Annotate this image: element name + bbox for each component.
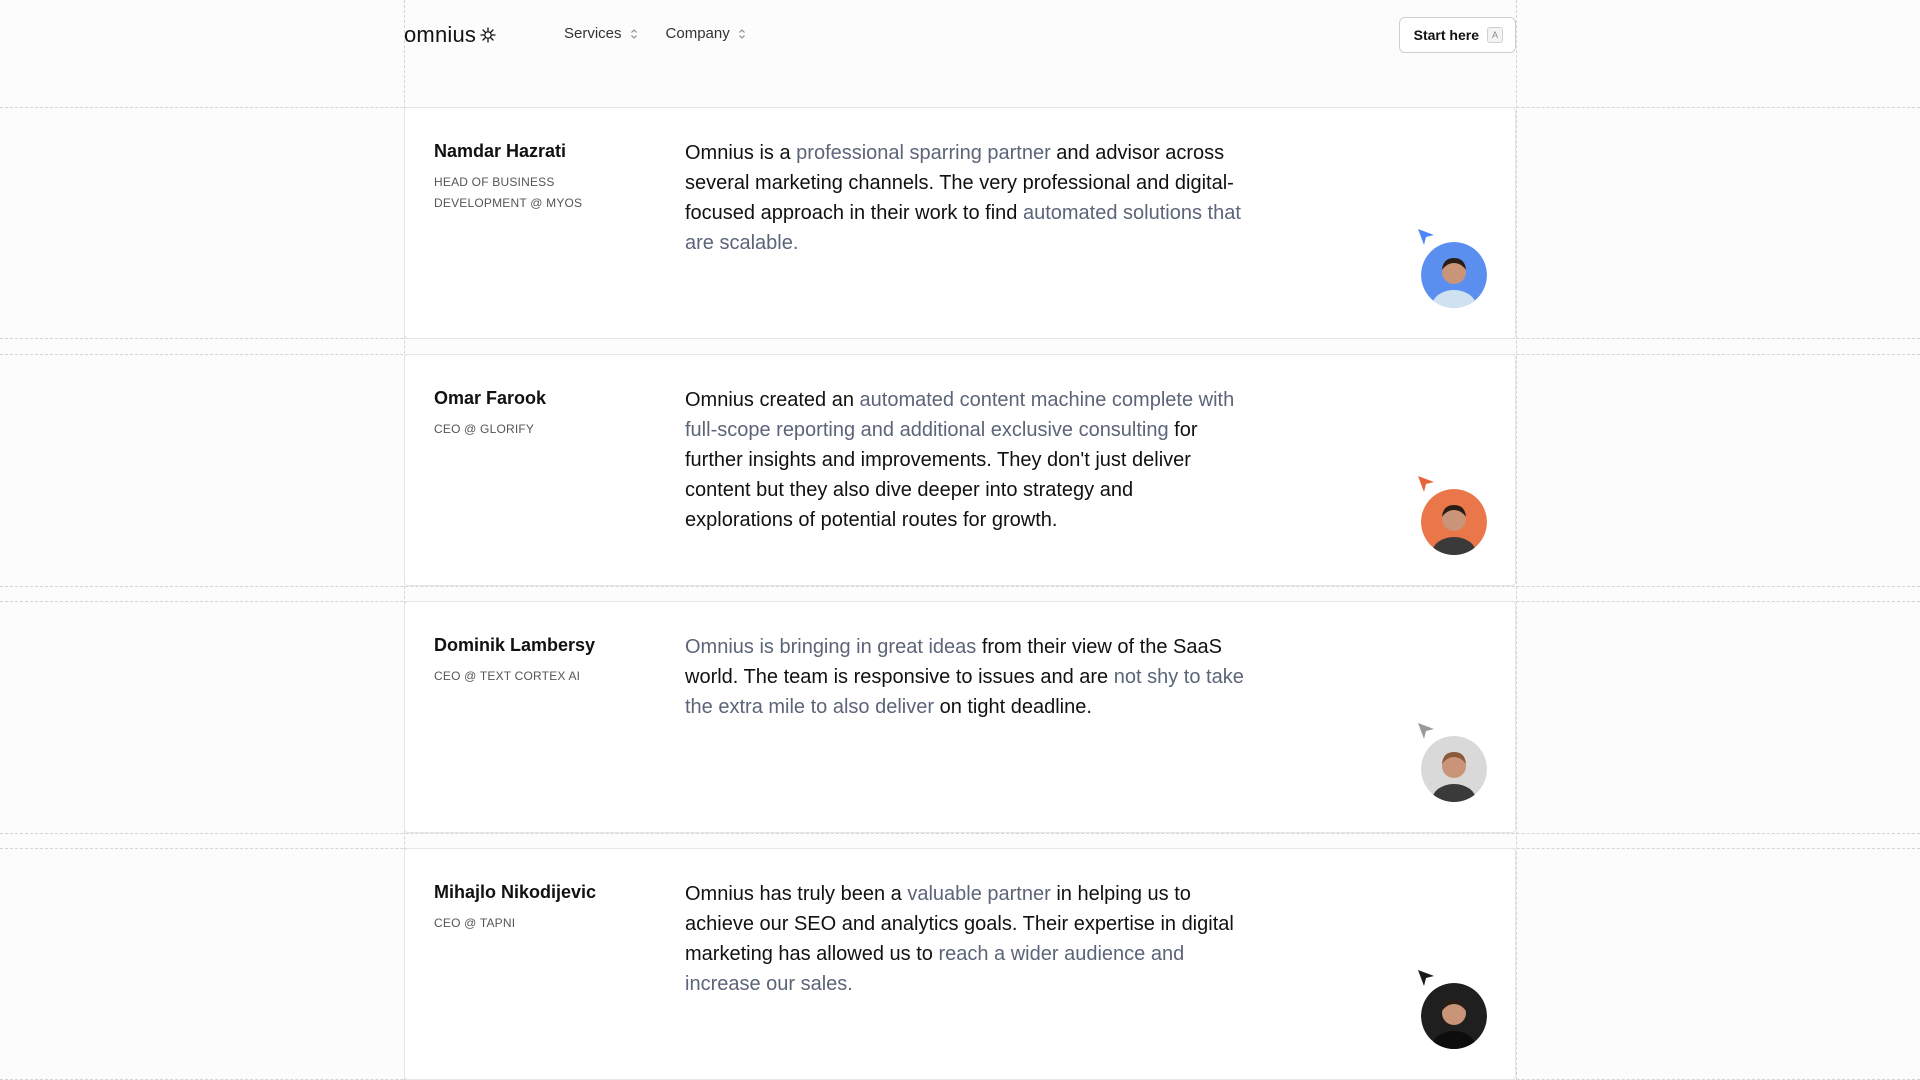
site-header: omnius Services Company Start here A [404,0,1516,70]
person-name: Mihajlo Nikodijevic [434,882,597,902]
person-name: Dominik Lambersy [434,635,596,655]
person-role: CEO @ TEXT CORTEX AI [434,669,581,683]
nav-services-label: Services [564,25,622,42]
main-nav: Services Company [564,25,746,42]
chevron-updown-icon [630,28,637,39]
avatar-group [1417,722,1487,802]
logo-text: omnius [404,22,477,47]
nav-company[interactable]: Company [666,25,746,42]
quote-text: Omnius has truly been a [685,883,908,905]
nav-company-label: Company [665,25,730,42]
asterisk-sparkle-icon [480,27,496,43]
quote-highlight: professional sparring partner [796,142,1051,164]
testimonial-quote: Omnius is bringing in great ideas from t… [685,632,1245,722]
person-role: CEO @ GLORIFY [434,422,535,436]
testimonial-card: Mihajlo Nikodijevic CEO @ TAPNI Omnius has… [404,848,1516,1080]
avatar-group [1417,969,1487,1049]
testimonial-card: Omar Farook CEO @ GLORIFY Omnius created a… [404,354,1516,586]
chevron-updown-icon [738,28,745,39]
avatar-group [1417,475,1487,555]
shortcut-badge: A [1487,27,1503,43]
logo[interactable]: omnius [404,22,497,48]
quote-text: on tight deadline. [934,696,1092,718]
pointer-cursor-icon [1418,229,1434,245]
person-role: CEO @ TAPNI [434,916,516,930]
avatar [1421,242,1487,308]
testimonial-card: Dominik Lambersy CEO @ TEXT CORTEX AI Omni… [404,601,1516,833]
person-role: HEAD OF BUSINESS DEVELOPMENT @ MYOS [434,175,583,210]
pointer-cursor-icon [1418,723,1434,739]
guide-line [1516,0,1517,1080]
guide-line [0,833,1920,834]
avatar [1421,983,1487,1049]
page: omnius Services Company Start here A Nam… [0,0,1920,1080]
testimonial-quote: Omnius has truly been a valuable partner… [685,879,1245,999]
person-name: Namdar Hazrati [434,141,567,161]
avatar [1421,489,1487,555]
quote-highlight: valuable partner [907,883,1051,905]
testimonial-quote: Omnius created an automated content mach… [685,385,1245,535]
start-here-label: Start here [1413,27,1479,43]
pointer-cursor-icon [1418,970,1434,986]
quote-text: Omnius is a [685,142,797,164]
person-name: Omar Farook [434,388,547,408]
pointer-cursor-icon [1418,476,1434,492]
testimonial-quote: Omnius is a professional sparring partne… [685,138,1245,258]
quote-text: Omnius created an [685,389,860,411]
quote-highlight: Omnius is bringing in great ideas [685,636,977,658]
guide-line [0,586,1920,587]
avatar-group [1417,228,1487,308]
nav-services[interactable]: Services [564,25,638,42]
testimonial-card: Namdar Hazrati HEAD OF BUSINESS DEVELOPME… [404,107,1516,339]
avatar [1421,736,1487,802]
start-here-button[interactable]: Start here A [1398,17,1516,53]
